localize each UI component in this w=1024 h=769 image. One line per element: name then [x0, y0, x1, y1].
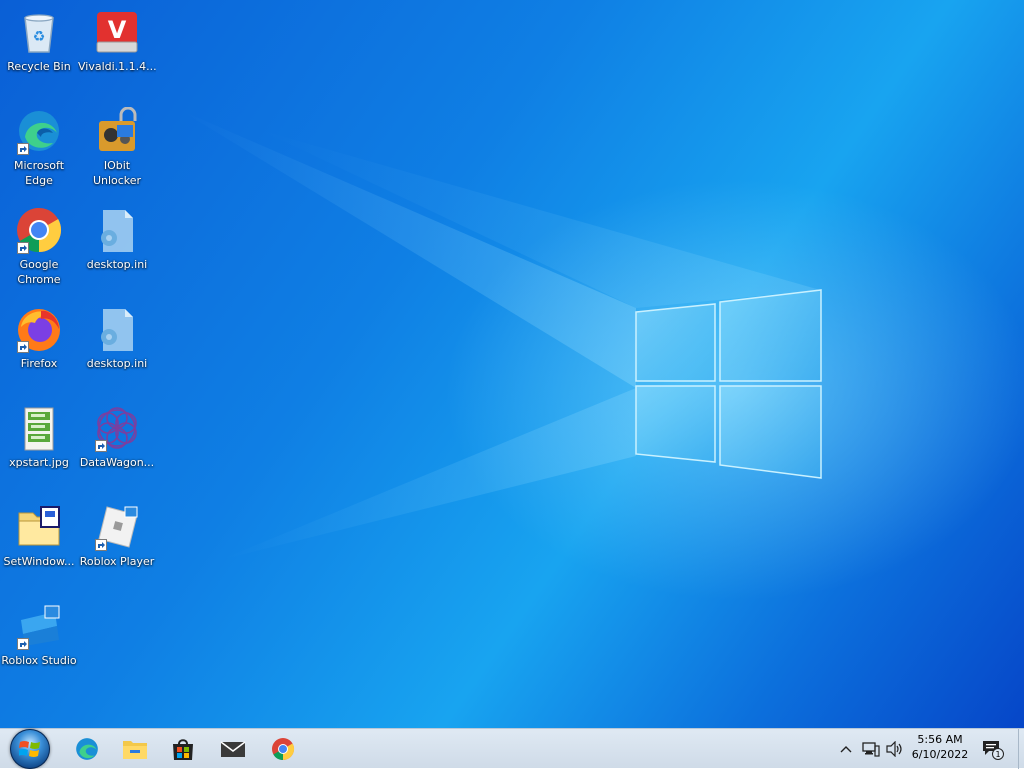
settings-file-icon: [101, 309, 133, 351]
image-file-icon: [24, 407, 54, 451]
desktop-icon-datawagon[interactable]: DataWagon...: [78, 400, 156, 494]
show-hidden-icons-button[interactable]: [836, 729, 856, 769]
desktop-icon-label: SetWindow...: [3, 555, 75, 568]
setwindow-file-icon: [18, 506, 60, 546]
shortcut-arrow-icon: [95, 539, 107, 551]
start-button[interactable]: [4, 729, 56, 769]
shortcut-arrow-icon: [17, 143, 29, 155]
svg-text:♻: ♻: [33, 29, 46, 45]
taskbar: 5:56 AM 6/10/2022 1: [0, 728, 1024, 769]
desktop-icon-desktop-ini-1[interactable]: desktop.ini: [78, 202, 156, 296]
speaker-icon: [886, 741, 902, 757]
taskbar-microsoft-store-button[interactable]: [160, 729, 206, 769]
action-center-button[interactable]: 1: [978, 729, 1006, 769]
network-icon: [862, 742, 880, 757]
show-desktop-button[interactable]: [1018, 729, 1024, 769]
desktop-icon-microsoft-edge[interactable]: Microsoft Edge: [0, 103, 78, 197]
svg-text:V: V: [108, 16, 127, 44]
taskbar-chrome-button[interactable]: [260, 729, 306, 769]
desktop-icon-google-chrome[interactable]: Google Chrome: [0, 202, 78, 296]
chrome-icon: [272, 738, 295, 760]
mail-icon: [220, 741, 246, 757]
desktop-icon-firefox[interactable]: Firefox: [0, 301, 78, 395]
clock-date: 6/10/2022: [911, 748, 969, 761]
desktop-icon-roblox-studio[interactable]: Roblox Studio: [0, 598, 78, 692]
clock-time: 5:56 AM: [917, 733, 963, 746]
desktop-icon-label: desktop.ini: [86, 357, 148, 370]
notification-count-badge: 1: [992, 748, 1004, 760]
shortcut-arrow-icon: [17, 638, 29, 650]
desktop-icon-label: Firefox: [20, 357, 58, 370]
network-status-button[interactable]: [860, 729, 882, 769]
desktop-icon-roblox-player[interactable]: Roblox Player: [78, 499, 156, 593]
vivaldi-installer-icon: V: [96, 12, 138, 53]
desktop[interactable]: ♻ Recycle Bin Microsoft Edge Google Chro…: [0, 0, 1024, 728]
settings-file-icon: [101, 210, 133, 252]
clock[interactable]: 5:56 AM 6/10/2022: [908, 732, 972, 762]
taskbar-file-explorer-button[interactable]: [112, 729, 158, 769]
taskbar-edge-button[interactable]: [64, 729, 110, 769]
desktop-icon-label: Recycle Bin: [7, 60, 71, 73]
desktop-icon-label: IObit Unlocker: [92, 159, 142, 187]
shortcut-arrow-icon: [17, 242, 29, 254]
taskbar-mail-button[interactable]: [210, 729, 256, 769]
desktop-icon-label: Google Chrome: [17, 258, 61, 286]
desktop-icon-vivaldi-installer[interactable]: V Vivaldi.1.1.4...: [78, 4, 156, 98]
recycle-bin-icon: ♻: [24, 14, 54, 53]
notification-count: 1: [995, 750, 1001, 759]
desktop-icon-label: Roblox Studio: [1, 654, 77, 667]
start-orb-icon: [10, 729, 50, 769]
desktop-icon-recycle-bin[interactable]: ♻ Recycle Bin: [0, 4, 78, 98]
desktop-icon-setwindow[interactable]: SetWindow...: [0, 499, 78, 593]
desktop-icon-iobit-unlocker[interactable]: IObit Unlocker: [78, 103, 156, 197]
desktop-icon-label: Vivaldi.1.1.4...: [78, 60, 156, 73]
desktop-icon-xpstart-jpg[interactable]: xpstart.jpg: [0, 400, 78, 494]
windows-logo: [635, 289, 822, 479]
shortcut-arrow-icon: [95, 440, 107, 452]
volume-button[interactable]: [884, 729, 906, 769]
iobit-unlocker-icon: [99, 106, 137, 151]
shortcut-arrow-icon: [17, 341, 29, 353]
edge-icon: [76, 738, 98, 760]
file-explorer-icon: [123, 741, 147, 759]
chevron-up-icon: [840, 746, 852, 753]
desktop-icon-desktop-ini-2[interactable]: desktop.ini: [78, 301, 156, 395]
desktop-icon-label: DataWagon...: [79, 456, 155, 469]
desktop-icon-label: Microsoft Edge: [13, 159, 65, 187]
desktop-icon-label: xpstart.jpg: [9, 456, 69, 469]
desktop-icon-label: Roblox Player: [79, 555, 155, 568]
desktop-icon-label: desktop.ini: [86, 258, 148, 271]
microsoft-store-icon: [173, 739, 193, 760]
